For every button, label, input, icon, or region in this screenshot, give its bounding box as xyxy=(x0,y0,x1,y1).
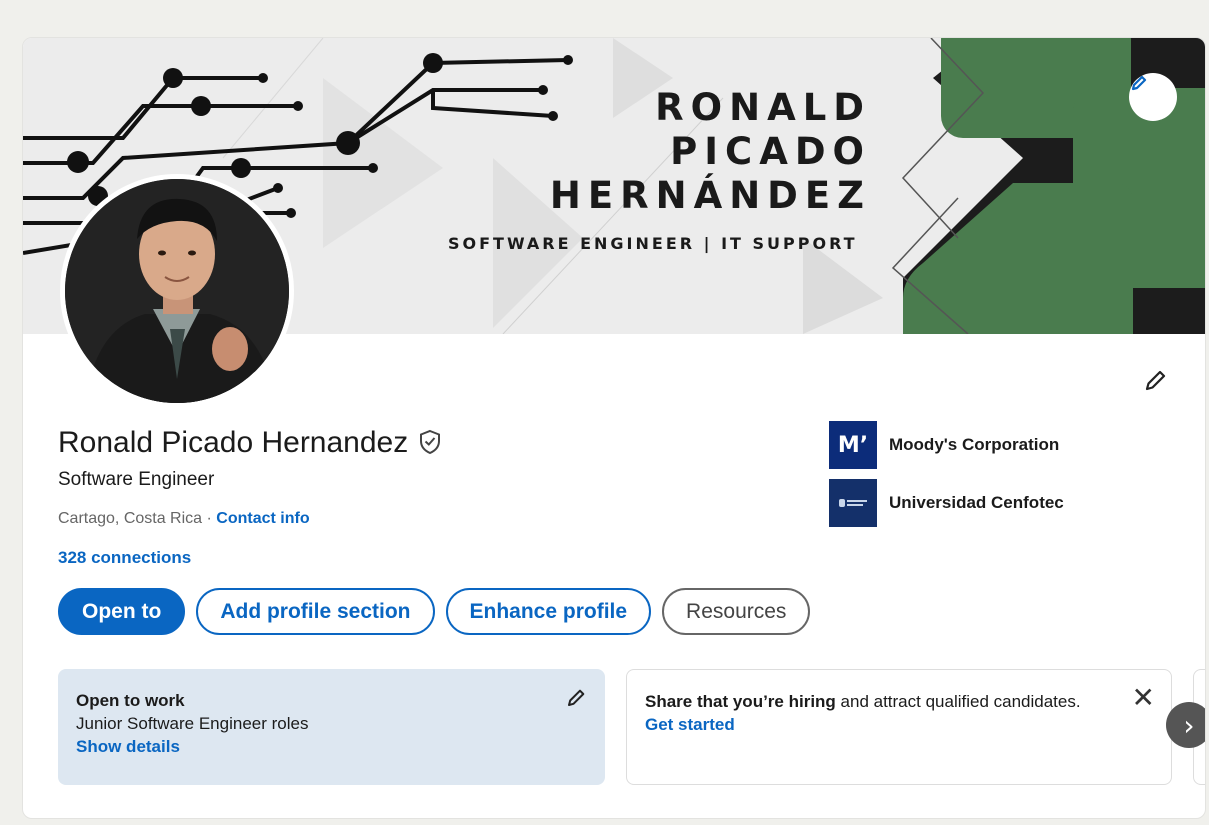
cenfotec-logo xyxy=(829,479,877,527)
close-icon[interactable]: ✕ xyxy=(1132,684,1155,712)
verified-shield-icon[interactable] xyxy=(418,429,442,460)
carousel-next-button[interactable]: › xyxy=(1166,702,1205,748)
avatar-image xyxy=(65,179,289,403)
hiring-text: Share that you’re hiring and attract qua… xyxy=(645,690,1085,713)
location-row: Cartago, Costa Rica · Contact info xyxy=(58,510,310,528)
open-to-work-title: Open to work xyxy=(76,691,185,710)
connections-link[interactable]: 328 connections xyxy=(58,548,191,568)
separator: · xyxy=(202,510,217,527)
resources-button[interactable]: Resources xyxy=(662,588,811,635)
show-details-link[interactable]: Show details xyxy=(76,735,587,758)
pencil-icon xyxy=(568,689,585,706)
hiring-bold: Share that you’re hiring xyxy=(645,692,836,711)
contact-info-link[interactable]: Contact info xyxy=(216,510,309,527)
banner-name-line: RONALD xyxy=(655,86,871,129)
profile-actions: Open to Add profile section Enhance prof… xyxy=(58,588,811,635)
profile-location: Cartago, Costa Rica xyxy=(58,510,203,527)
banner-name-line: PICADO xyxy=(670,130,871,173)
profile-card: RONALD PICADO HERNÁNDEZ SOFTWARE ENGINEE… xyxy=(22,37,1206,819)
get-started-link[interactable]: Get started xyxy=(645,713,1153,736)
moodys-logo: M’ xyxy=(829,421,877,469)
add-profile-section-button[interactable]: Add profile section xyxy=(196,588,435,635)
hiring-rest: and attract qualified candidates. xyxy=(835,692,1081,711)
banner-name-text: RONALD PICADO HERNÁNDEZ xyxy=(550,86,871,218)
open-to-button[interactable]: Open to xyxy=(58,588,186,635)
profile-headline: Software Engineer xyxy=(58,469,215,490)
profile-photo[interactable] xyxy=(60,174,294,408)
banner-tagline: SOFTWARE ENGINEER | IT SUPPORT xyxy=(448,234,858,253)
pencil-icon xyxy=(1131,75,1147,91)
org-name: Moody's Corporation xyxy=(889,435,1060,454)
hiring-card: Share that you’re hiring and attract qua… xyxy=(626,669,1172,785)
org-item-moodys[interactable]: M’ Moody's Corporation xyxy=(829,421,1059,469)
edit-open-to-work-button[interactable] xyxy=(565,687,587,715)
edit-intro-button[interactable] xyxy=(1137,363,1173,399)
chevron-right-icon: › xyxy=(1183,708,1195,742)
pencil-icon xyxy=(1145,370,1166,391)
org-item-cenfotec[interactable]: Universidad Cenfotec xyxy=(829,479,1064,527)
open-to-work-card: Open to work Junior Software Engineer ro… xyxy=(58,669,605,785)
edit-banner-button[interactable] xyxy=(1129,73,1177,121)
profile-name: Ronald Picado Hernandez xyxy=(58,426,409,459)
name-row: Ronald Picado Hernandez xyxy=(58,426,442,460)
banner-name-line: HERNÁNDEZ xyxy=(549,174,871,217)
org-name: Universidad Cenfotec xyxy=(889,493,1064,512)
enhance-profile-button[interactable]: Enhance profile xyxy=(445,588,652,635)
open-to-work-roles: Junior Software Engineer roles xyxy=(76,714,309,733)
